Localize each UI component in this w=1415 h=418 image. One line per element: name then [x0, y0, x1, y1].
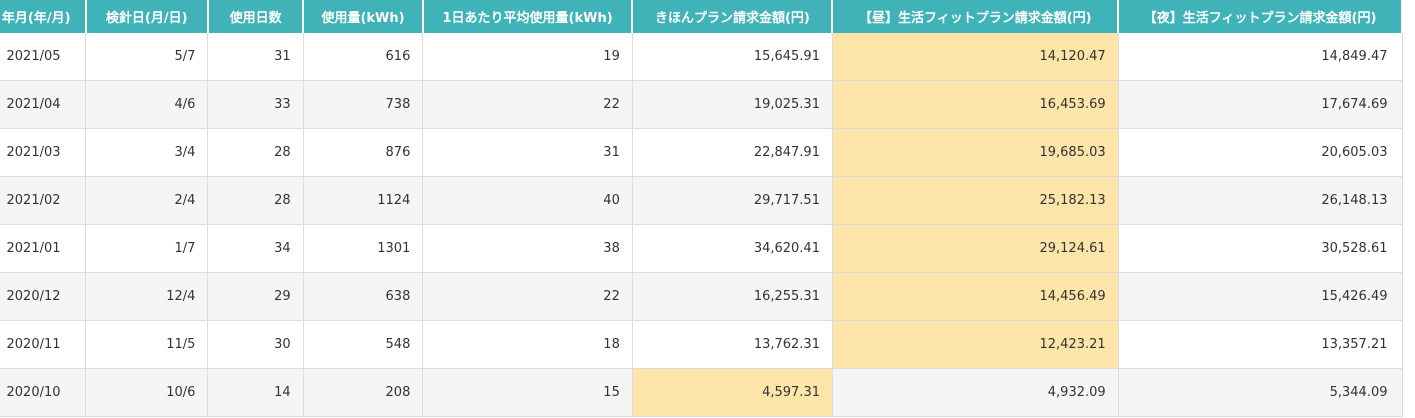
- cell-day-fit-plan-charge: 4,932.09: [832, 368, 1119, 417]
- cell-daily-average: 22: [422, 272, 633, 321]
- cell-daily-average: 40: [422, 176, 633, 225]
- table-row: 2020/10 10/6 14 208 15 4,597.31 4,932.09…: [0, 368, 1403, 417]
- cell-days-used: 28: [207, 128, 304, 177]
- cell-meter-date: 5/7: [85, 33, 209, 81]
- cell-night-fit-plan-charge: 14,849.47: [1118, 33, 1403, 81]
- cell-basic-plan-charge: 13,762.31: [632, 320, 833, 369]
- cell-day-fit-plan-charge: 14,456.49: [832, 272, 1119, 321]
- cell-meter-date: 4/6: [85, 80, 209, 129]
- cell-day-fit-plan-charge: 12,423.21: [832, 320, 1119, 369]
- col-header-daily-average: 1日あたり平均使用量(kWh): [422, 0, 634, 33]
- cell-usage-kwh: 208: [303, 368, 424, 417]
- cell-basic-plan-charge: 34,620.41: [632, 224, 833, 273]
- cell-night-fit-plan-charge: 5,344.09: [1118, 368, 1403, 417]
- cell-usage-kwh: 1124: [303, 176, 424, 225]
- col-header-days-used: 使用日数: [207, 0, 305, 33]
- cell-basic-plan-charge: 16,255.31: [632, 272, 833, 321]
- cell-day-fit-plan-charge: 16,453.69: [832, 80, 1119, 129]
- cell-usage-kwh: 738: [303, 80, 424, 129]
- cell-usage-kwh: 638: [303, 272, 424, 321]
- cell-days-used: 33: [207, 80, 304, 129]
- cell-daily-average: 18: [422, 320, 633, 369]
- cell-days-used: 30: [207, 320, 304, 369]
- cell-night-fit-plan-charge: 17,674.69: [1118, 80, 1403, 129]
- cell-usage-kwh: 1301: [303, 224, 424, 273]
- cell-meter-date: 10/6: [85, 368, 209, 417]
- cell-year-month: 2021/02: [0, 176, 87, 225]
- cell-basic-plan-charge: 29,717.51: [632, 176, 833, 225]
- cell-meter-date: 12/4: [85, 272, 209, 321]
- cell-night-fit-plan-charge: 13,357.21: [1118, 320, 1403, 369]
- table-row: 2021/03 3/4 28 876 31 22,847.91 19,685.0…: [0, 128, 1403, 177]
- cell-days-used: 28: [207, 176, 304, 225]
- col-header-usage-kwh: 使用量(kWh): [303, 0, 424, 33]
- cell-day-fit-plan-charge: 29,124.61: [832, 224, 1119, 273]
- cell-day-fit-plan-charge: 19,685.03: [832, 128, 1119, 177]
- cell-basic-plan-charge: 22,847.91: [632, 128, 833, 177]
- cell-daily-average: 19: [422, 33, 633, 81]
- plan-comparison-table: 年月(年/月) 検針日(月/日) 使用日数 使用量(kWh) 1日あたり平均使用…: [0, 0, 1403, 417]
- cell-year-month: 2020/11: [0, 320, 87, 369]
- cell-daily-average: 31: [422, 128, 633, 177]
- cell-days-used: 31: [207, 33, 304, 81]
- cell-basic-plan-charge: 4,597.31: [632, 368, 833, 417]
- table-row: 2021/05 5/7 31 616 19 15,645.91 14,120.4…: [0, 33, 1403, 81]
- cell-year-month: 2021/03: [0, 128, 87, 177]
- cell-year-month: 2021/04: [0, 80, 87, 129]
- table-row: 2021/01 1/7 34 1301 38 34,620.41 29,124.…: [0, 224, 1403, 273]
- cell-night-fit-plan-charge: 26,148.13: [1118, 176, 1403, 225]
- col-header-night-fit-plan-charge: 【夜】生活フィットプラン請求金額(円): [1118, 0, 1403, 33]
- cell-daily-average: 38: [422, 224, 633, 273]
- cell-meter-date: 2/4: [85, 176, 209, 225]
- cell-basic-plan-charge: 15,645.91: [632, 33, 833, 81]
- col-header-day-fit-plan-charge: 【昼】生活フィットプラン請求金額(円): [832, 0, 1120, 33]
- cell-usage-kwh: 616: [303, 33, 424, 81]
- cell-days-used: 29: [207, 272, 304, 321]
- cell-night-fit-plan-charge: 30,528.61: [1118, 224, 1403, 273]
- cell-days-used: 14: [207, 368, 304, 417]
- cell-daily-average: 15: [422, 368, 633, 417]
- cell-meter-date: 11/5: [85, 320, 209, 369]
- cell-night-fit-plan-charge: 15,426.49: [1118, 272, 1403, 321]
- cell-day-fit-plan-charge: 25,182.13: [832, 176, 1119, 225]
- table-row: 2020/12 12/4 29 638 22 16,255.31 14,456.…: [0, 272, 1403, 321]
- cell-meter-date: 3/4: [85, 128, 209, 177]
- col-header-meter-date: 検針日(月/日): [85, 0, 209, 33]
- comparison-table-container: 年月(年/月) 検針日(月/日) 使用日数 使用量(kWh) 1日あたり平均使用…: [0, 0, 1415, 418]
- cell-days-used: 34: [207, 224, 304, 273]
- cell-usage-kwh: 876: [303, 128, 424, 177]
- cell-year-month: 2020/12: [0, 272, 87, 321]
- table-row: 2020/11 11/5 30 548 18 13,762.31 12,423.…: [0, 320, 1403, 369]
- cell-meter-date: 1/7: [85, 224, 209, 273]
- table-row: 2021/04 4/6 33 738 22 19,025.31 16,453.6…: [0, 80, 1403, 129]
- cell-usage-kwh: 548: [303, 320, 424, 369]
- cell-basic-plan-charge: 19,025.31: [632, 80, 833, 129]
- cell-day-fit-plan-charge: 14,120.47: [832, 33, 1119, 81]
- table-header-row: 年月(年/月) 検針日(月/日) 使用日数 使用量(kWh) 1日あたり平均使用…: [0, 0, 1403, 33]
- cell-daily-average: 22: [422, 80, 633, 129]
- cell-year-month: 2021/01: [0, 224, 87, 273]
- cell-year-month: 2021/05: [0, 33, 87, 81]
- col-header-basic-plan-charge: きほんプラン請求金額(円): [632, 0, 834, 33]
- cell-year-month: 2020/10: [0, 368, 87, 417]
- col-header-year-month: 年月(年/月): [0, 0, 87, 33]
- table-row: 2021/02 2/4 28 1124 40 29,717.51 25,182.…: [0, 176, 1403, 225]
- cell-night-fit-plan-charge: 20,605.03: [1118, 128, 1403, 177]
